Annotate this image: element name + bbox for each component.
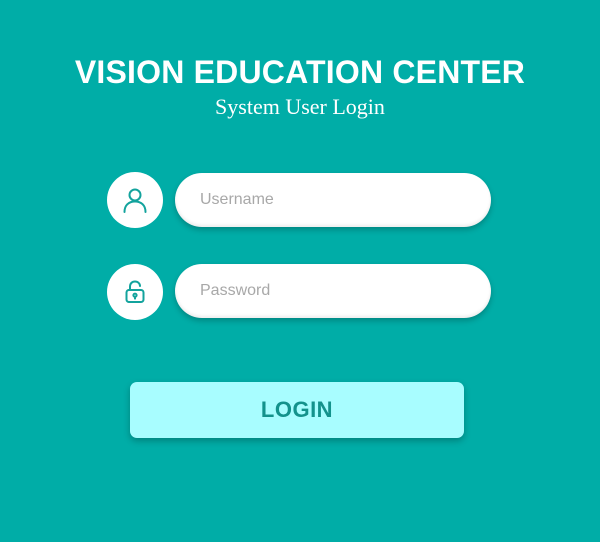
page-title: VISION EDUCATION CENTER [74, 54, 526, 90]
login-button[interactable]: LOGIN [130, 382, 464, 438]
username-input[interactable] [175, 173, 491, 227]
username-icon-badge [107, 172, 163, 228]
password-field-container [175, 264, 491, 318]
page-subtitle: System User Login [215, 94, 385, 119]
username-field-container [175, 173, 491, 227]
lock-icon [125, 280, 145, 303]
password-icon-badge [107, 264, 163, 320]
password-input[interactable] [175, 264, 491, 318]
user-icon [123, 188, 147, 213]
